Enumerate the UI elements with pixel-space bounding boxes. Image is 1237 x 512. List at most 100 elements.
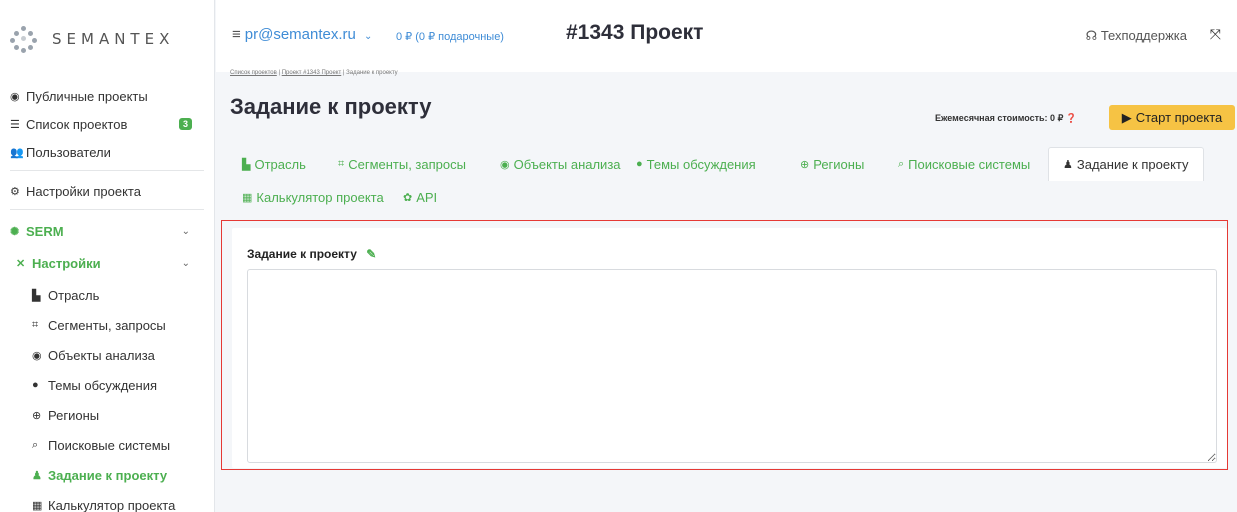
- top-bar: ≡ pr@semantex.ru ⌄ 0 ₽ (0 ₽ подарочные) #…: [216, 0, 1237, 72]
- bug-icon: ✺: [10, 225, 20, 238]
- sidebar-item-settings[interactable]: ✕ Настройки ⌄: [10, 246, 204, 280]
- calculator-icon: ▦: [32, 499, 43, 512]
- play-icon: ▶: [1121, 109, 1132, 125]
- logo-mark-icon: [10, 25, 38, 53]
- card-label: Задание к проекту ✎: [247, 247, 376, 261]
- sidebar-item-label: Публичные проекты: [26, 88, 148, 104]
- breadcrumb-current: Задание к проекту: [346, 70, 398, 76]
- breadcrumb-link[interactable]: Проект #1343 Проект: [282, 70, 342, 76]
- industry-icon: ▙: [32, 289, 41, 302]
- comments-icon: ●: [32, 379, 39, 391]
- tab-label: Сегменты, запросы: [348, 156, 466, 172]
- tab-project-task[interactable]: ♟ Задание к проекту: [1048, 147, 1204, 181]
- sidebar-item-objects[interactable]: ◉ Объекты анализа: [32, 340, 204, 370]
- sidebar-item-label: Сегменты, запросы: [48, 317, 166, 333]
- industry-icon: ▙: [242, 158, 251, 171]
- sidebar-item-public-projects[interactable]: ◉ Публичные проекты: [10, 82, 204, 110]
- tab-label: Регионы: [813, 156, 865, 172]
- project-task-card: Задание к проекту ✎: [232, 228, 1227, 468]
- sidebar-item-label: Задание к проекту: [48, 467, 168, 483]
- menu-icon[interactable]: ≡: [232, 26, 241, 43]
- project-count-badge: 3: [178, 118, 192, 130]
- logo[interactable]: SEMANTEX: [0, 0, 214, 78]
- project-title: #1343 Проект: [566, 21, 704, 44]
- sidebar-item-label: Поисковые системы: [48, 437, 171, 453]
- tab-segments[interactable]: ⌗ Сегменты, запросы: [338, 147, 466, 181]
- breadcrumb-link[interactable]: Список проектов: [230, 70, 277, 76]
- start-project-button[interactable]: ▶ Старт проекта: [1109, 105, 1235, 130]
- headset-icon: ☊: [1085, 28, 1098, 43]
- tools-icon: ✕: [16, 257, 26, 270]
- sidebar-item-segments[interactable]: ⌗ Сегменты, запросы: [32, 310, 204, 340]
- search-icon: ⌕: [898, 157, 905, 170]
- card-title: Задание к проекту: [247, 247, 357, 261]
- support-label: Техподдержка: [1100, 28, 1187, 43]
- globe-icon: ⊕: [32, 409, 42, 422]
- sidebar-item-serm[interactable]: ✺ SERM ⌄: [10, 216, 204, 246]
- sidebar-item-label: Список проектов: [26, 116, 128, 132]
- tab-label: API: [416, 189, 438, 205]
- sidebar-item-label: SERM: [26, 223, 64, 239]
- sidebar-item-label: Темы обсуждения: [48, 377, 158, 393]
- sidebar-item-regions[interactable]: ⊕ Регионы: [32, 400, 204, 430]
- project-task-textarea[interactable]: [247, 269, 1217, 463]
- eye-icon: ◉: [10, 90, 20, 103]
- objects-icon: ◉: [32, 349, 42, 362]
- account-email: pr@semantex.ru: [244, 26, 356, 43]
- sidebar-item-topics[interactable]: ● Темы обсуждения: [32, 370, 204, 400]
- page-title: Задание к проекту: [230, 94, 432, 119]
- tab-regions[interactable]: ⊕ Регионы: [800, 147, 864, 181]
- account-dropdown[interactable]: ≡ pr@semantex.ru ⌄: [232, 26, 372, 43]
- list-icon: ☰: [10, 118, 20, 131]
- user-edit-icon: ♟: [1063, 159, 1073, 171]
- user-edit-icon: ♟: [32, 469, 42, 482]
- support-link[interactable]: ☊ Техподдержка: [1086, 28, 1187, 44]
- sidebar-item-industry[interactable]: ▙ Отрасль: [32, 280, 204, 310]
- sidebar-item-label: Настройки: [32, 255, 101, 271]
- objects-icon: ◉: [500, 158, 510, 171]
- sidebar-item-search-engines[interactable]: ⌕ Поисковые системы: [32, 430, 204, 460]
- search-icon: ⌕: [32, 438, 39, 451]
- tab-label: Отрасль: [254, 156, 306, 172]
- sidebar-item-project-task[interactable]: ♟ Задание к проекту: [32, 460, 204, 490]
- tab-topics[interactable]: ● Темы обсуждения: [636, 147, 756, 181]
- tab-label: Задание к проекту: [1076, 157, 1189, 172]
- tab-label: Объекты анализа: [513, 156, 621, 172]
- logo-text: SEMANTEX: [52, 30, 175, 48]
- comments-icon: ●: [636, 158, 643, 170]
- tab-label: Калькулятор проекта: [256, 189, 384, 205]
- tab-label: Поисковые системы: [908, 156, 1031, 172]
- sidebar-item-users[interactable]: 👥 Пользователи: [10, 138, 204, 166]
- sidebar-item-project-list[interactable]: ☰ Список проектов 3: [10, 110, 204, 138]
- sidebar-item-label: Регионы: [48, 407, 100, 423]
- sidebar-item-calculator[interactable]: ▦ Калькулятор проекта: [32, 490, 204, 512]
- sidebar-item-project-settings[interactable]: ⚙ Настройки проекта: [10, 177, 204, 205]
- sidebar-item-label: Объекты анализа: [48, 347, 155, 363]
- pencil-icon[interactable]: ✎: [366, 247, 376, 261]
- chevron-down-icon: ⌄: [181, 257, 190, 269]
- tab-objects[interactable]: ◉ Объекты анализа: [500, 147, 621, 181]
- balance: 0 ₽ (0 ₽ подарочные): [396, 31, 504, 43]
- start-project-label: Старт проекта: [1135, 110, 1223, 125]
- tab-industry[interactable]: ▙ Отрасль: [242, 147, 306, 181]
- sidebar-item-label: Калькулятор проекта: [48, 497, 176, 512]
- tab-calculator[interactable]: ▦ Калькулятор проекта: [242, 180, 384, 214]
- question-icon[interactable]: ❓: [1066, 113, 1077, 123]
- divider: [10, 209, 204, 210]
- users-icon: 👥: [10, 146, 24, 159]
- segments-icon: ⌗: [32, 318, 39, 331]
- breadcrumb: Список проектов | Проект #1343 Проект | …: [230, 70, 398, 76]
- tab-api[interactable]: ✿ API: [403, 180, 437, 214]
- fullscreen-icon[interactable]: ⤧: [1210, 26, 1221, 43]
- sidebar: SEMANTEX ◉ Публичные проекты ☰ Список пр…: [0, 0, 215, 512]
- segments-icon: ⌗: [338, 157, 345, 170]
- calculator-icon: ▦: [242, 191, 253, 204]
- chevron-down-icon: ⌄: [364, 31, 373, 42]
- cogs-icon: ⚙: [10, 185, 20, 198]
- monthly-cost: Ежемесячная стоимость: 0 ₽ ❓: [935, 113, 1077, 124]
- gear-icon: ✿: [403, 191, 413, 204]
- sidebar-item-label: Пользователи: [26, 144, 111, 160]
- tab-search-engines[interactable]: ⌕ Поисковые системы: [898, 147, 1030, 181]
- divider: [10, 170, 204, 171]
- sidebar-item-label: Настройки проекта: [26, 183, 141, 199]
